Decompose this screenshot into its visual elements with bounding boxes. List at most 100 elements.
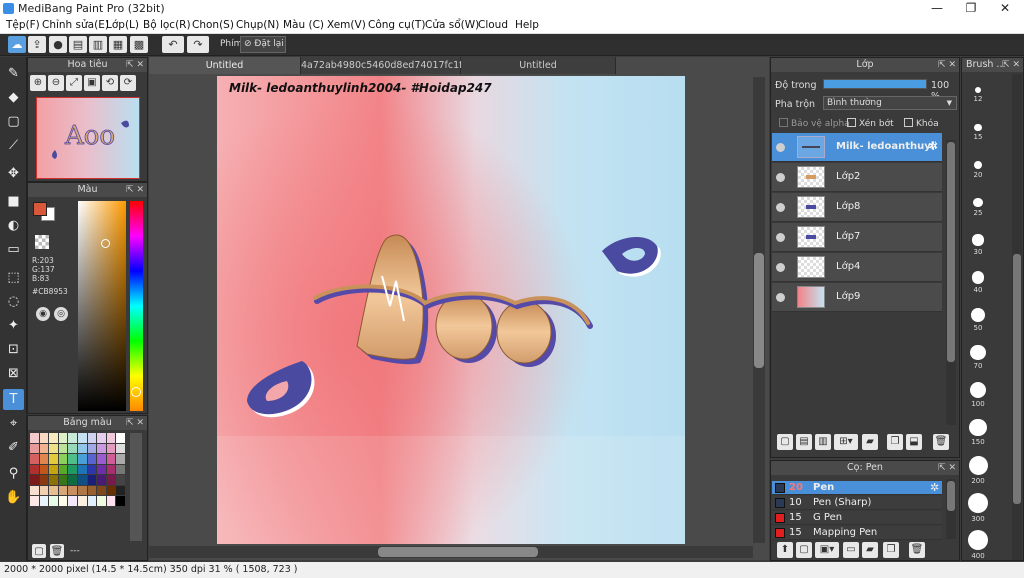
palette-swatch[interactable] [30,475,39,485]
palette-swatch[interactable] [68,485,77,495]
menu-select[interactable]: Chon(S) [192,19,234,31]
navigator-preview[interactable]: Aoo [36,97,140,179]
palette-swatch[interactable] [116,475,125,485]
visibility-eye-icon[interactable] [776,233,785,242]
palette-swatch[interactable] [106,496,116,506]
fill-rect-tool-icon[interactable]: ■ [3,191,24,212]
palette-swatch[interactable] [58,464,68,474]
palette-swatch[interactable] [116,433,125,443]
grid-icon[interactable]: ▩ [130,36,148,53]
new-palette-icon[interactable]: ▢ [32,544,46,558]
protect-alpha-checkbox[interactable]: Bảo vệ alpha [779,118,850,129]
brush-delete-icon[interactable]: 🗑 [909,542,925,558]
page-icon[interactable]: ▥ [89,36,107,53]
palette-swatch[interactable] [116,454,125,464]
undo-icon[interactable]: ↶ [162,36,184,53]
palette-swatch[interactable] [78,443,87,453]
opacity-slider[interactable] [823,79,927,89]
brush-size-dot[interactable] [970,344,986,361]
palette-swatch[interactable] [39,485,49,495]
gradient-tool-icon[interactable]: ▭ [3,239,24,260]
palette-swatch[interactable] [30,464,39,474]
palette-swatch[interactable] [58,496,68,506]
minimize-button[interactable]: — [920,0,954,17]
palette-swatch[interactable] [58,443,68,453]
palette-swatch[interactable] [58,454,68,464]
brush-scroll-thumb[interactable] [947,481,955,511]
palette-swatch[interactable] [68,464,77,474]
brush-menu-icon[interactable]: ▣▾ [815,542,839,558]
text-tool-icon[interactable]: T [3,389,24,410]
color-wheel-icon[interactable]: ◉ [36,307,50,321]
palette-swatch[interactable] [49,496,58,506]
brush-size-dot[interactable] [968,492,988,513]
palette-swatch[interactable] [68,475,77,485]
layers-scroll-thumb[interactable] [947,142,955,362]
brush-tool-icon[interactable]: ✎ [3,63,24,84]
visibility-eye-icon[interactable] [776,173,785,182]
palette-swatch[interactable] [39,496,49,506]
new-layer-icon[interactable]: ▢ [777,434,793,450]
palette-swatch[interactable] [106,475,116,485]
menu-layer[interactable]: Lớp(L) [106,19,139,31]
palette-swatch[interactable] [87,454,97,464]
select-eraser-tool-icon[interactable]: ⊠ [3,363,24,384]
palette-swatch[interactable] [39,454,49,464]
brush-size-dot[interactable] [971,271,985,284]
panel-close-icon[interactable]: ⇱ ✕ [938,58,956,72]
palette-swatch[interactable] [97,475,106,485]
blend-mode-select[interactable]: Bình thường ▼ [823,96,957,110]
move-tool-icon[interactable]: ✥ [3,163,24,184]
palette-swatch[interactable] [78,433,87,443]
lock-checkbox[interactable]: Khóa [904,118,939,129]
new-8bit-layer-icon[interactable]: ▥ [815,434,831,450]
palette-swatch[interactable] [116,485,125,495]
hand-tool-icon[interactable]: ✋ [3,487,24,508]
brush-item[interactable]: 10 Pen (Sharp) [772,496,942,510]
layer-row[interactable]: Lớp4 [772,253,942,282]
merge-layer-icon[interactable]: ⬓ [906,434,922,450]
palette-swatch[interactable] [30,433,39,443]
palette-swatch[interactable] [49,475,58,485]
palette-swatch[interactable] [97,443,106,453]
add-layer-menu-icon[interactable]: ⊞▾ [834,434,858,450]
palette-swatch[interactable] [106,443,116,453]
brush-duplicate-icon[interactable]: ❐ [883,542,899,558]
palette-swatch[interactable] [106,464,116,474]
palette-swatch[interactable] [87,475,97,485]
palette-swatch[interactable] [97,454,106,464]
visibility-eye-icon[interactable] [776,143,785,152]
horizontal-scroll-thumb[interactable] [378,547,538,557]
menu-window[interactable]: Cửa sổ(W) [425,19,479,31]
clipping-checkbox[interactable]: Xén bớt [847,118,894,129]
new-halftone-layer-icon[interactable]: ▤ [796,434,812,450]
palette-swatch[interactable] [78,496,87,506]
tab-jpg[interactable]: 4a72ab4980c5460d8ed74017fc1f165d.jpg [301,57,504,74]
select-rect-tool-icon[interactable]: ⬚ [3,267,24,288]
eyedropper-tool-icon[interactable]: ⚲ [3,463,24,484]
menu-color[interactable]: Màu (C) [283,19,324,31]
palette-swatch[interactable] [30,454,39,464]
menu-help[interactable]: Help [515,19,539,31]
divide-tool-icon[interactable]: ✐ [3,437,24,458]
brush-size-dot[interactable] [973,197,983,208]
palette-swatch[interactable] [87,485,97,495]
palette-swatch[interactable] [68,454,77,464]
reset-button[interactable]: ⊘ Đặt lại [240,36,286,53]
magic-wand-tool-icon[interactable]: ✦ [3,315,24,336]
panel-close-icon[interactable]: ⇱ ✕ [126,416,144,430]
palette-swatch[interactable] [106,485,116,495]
sv-cursor[interactable] [101,239,110,248]
palette-swatch[interactable] [68,433,77,443]
eraser-tool-icon[interactable]: ◆ [3,87,24,108]
redo-icon[interactable]: ↷ [187,36,209,53]
palette-swatch[interactable] [97,485,106,495]
palette-swatch[interactable] [116,496,125,506]
palette-swatch[interactable] [49,464,58,474]
brush-size-dot[interactable] [974,123,982,132]
bucket-tool-icon[interactable]: ◐ [3,215,24,236]
cloud-icon[interactable]: ☁ [8,36,26,53]
layers-scrollbar[interactable] [946,140,956,425]
brush-size-dot[interactable] [973,160,983,170]
brush-new-icon[interactable]: ▢ [796,542,812,558]
